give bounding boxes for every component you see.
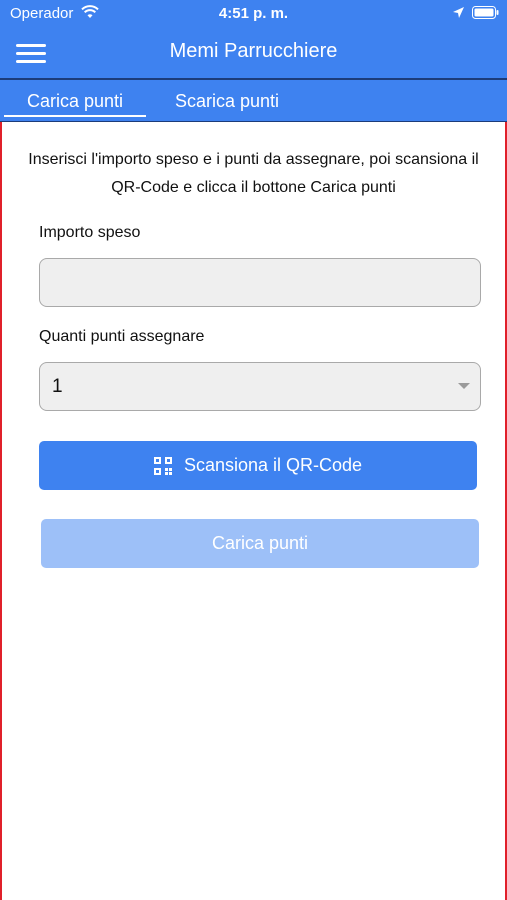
load-points-button[interactable]: Carica punti bbox=[41, 519, 479, 568]
points-select[interactable]: 1 bbox=[39, 362, 481, 411]
main-content: Inserisci l'importo speso e i punti da a… bbox=[0, 122, 507, 900]
tab-scarica-punti[interactable]: Scarica punti bbox=[156, 80, 298, 121]
status-bar: Operador 4:51 p. m. bbox=[0, 0, 507, 28]
navbar: Memi Parrucchiere bbox=[0, 28, 507, 78]
chevron-down-icon bbox=[458, 383, 470, 389]
scan-qr-button-label: Scansiona il QR-Code bbox=[183, 455, 363, 475]
page-title: Memi Parrucchiere bbox=[169, 40, 338, 62]
points-select-value: 1 bbox=[52, 376, 63, 397]
tab-carica-punti[interactable]: Carica punti bbox=[4, 80, 146, 121]
tab-bar: Carica punti Scarica punti bbox=[0, 80, 507, 121]
points-label: Quanti punti assegnare bbox=[39, 328, 205, 345]
instructions-text: Inserisci l'importo speso e i punti da a… bbox=[28, 151, 479, 196]
battery-icon bbox=[472, 6, 499, 19]
amount-input[interactable] bbox=[39, 258, 481, 307]
qr-code-icon bbox=[153, 456, 172, 475]
app-screen: Operador 4:51 p. m. Memi Parrucchiere Ca… bbox=[0, 0, 507, 900]
scan-qr-button[interactable]: Scansiona il QR-Code bbox=[39, 441, 477, 490]
amount-label: Importo speso bbox=[39, 224, 141, 241]
header: Operador 4:51 p. m. Memi Parrucchiere bbox=[0, 0, 507, 80]
location-icon bbox=[453, 7, 464, 18]
status-time: 4:51 p. m. bbox=[218, 5, 289, 22]
